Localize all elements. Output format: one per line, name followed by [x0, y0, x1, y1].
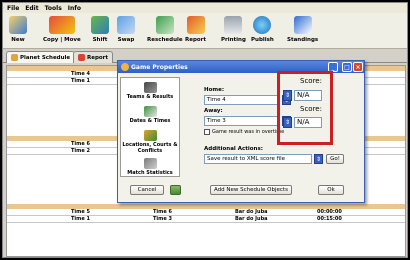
home-label: Home: [204, 87, 225, 93]
shift-button[interactable]: Shift [91, 16, 109, 43]
report-button[interactable]: Report [185, 16, 206, 43]
maximize-button[interactable]: □ [342, 62, 352, 72]
schedule-tab-icon [11, 54, 18, 61]
statistics-icon [143, 158, 157, 169]
dialog-title: Game Properties [131, 63, 188, 71]
additional-actions-label: Additional Actions: [204, 146, 263, 152]
copy-move-icon [48, 16, 75, 34]
action-select[interactable]: Save result to XML score file [204, 154, 312, 164]
away-score-label: Score: [300, 105, 322, 113]
away-score-spinner[interactable]: ⇕ [283, 117, 292, 128]
tab-planet-schedule[interactable]: Planet Schedule [6, 51, 76, 63]
table-row[interactable]: Time 1 Time 3 Bar do Juba 00:15:00 [7, 216, 405, 223]
app-icon [121, 63, 129, 71]
menu-info[interactable]: Info [68, 5, 81, 12]
teams-results-icon [143, 82, 157, 93]
home-score-label: Score: [300, 77, 322, 85]
dialog-sidebar: Teams & Results Dates & Times Locations,… [120, 77, 180, 177]
go-button[interactable]: Go! [326, 154, 344, 164]
away-team-field[interactable]: Time 3 [204, 116, 280, 126]
swap-button[interactable]: Swap [117, 16, 135, 43]
overtime-checkbox[interactable]: Game result was in overtime [204, 129, 284, 135]
reschedule-button[interactable]: Reschedule [147, 16, 183, 43]
locations-icon [143, 130, 157, 141]
add-schedule-objects-button[interactable]: Add New Schedule Objects [210, 185, 292, 195]
standings-icon [293, 16, 312, 34]
printer-icon [224, 16, 243, 34]
score-highlight-box: Score: ⇕ N/A Score: ⇕ N/A [277, 71, 333, 145]
sidebar-item-teams-results[interactable]: Teams & Results [121, 82, 179, 100]
printing-button[interactable]: Printing [221, 16, 246, 43]
close-button[interactable]: × [353, 62, 363, 72]
sidebar-item-dates-times[interactable]: Dates & Times [121, 106, 179, 124]
toolbar: New Copy | Move Shift Swap Reschedule Re… [3, 13, 407, 49]
calendar-icon [143, 106, 157, 117]
menu-edit[interactable]: Edit [25, 5, 38, 12]
publish-button[interactable]: Publish [251, 16, 274, 43]
cancel-button[interactable]: Cancel [130, 185, 164, 195]
away-score-field[interactable]: N/A [294, 117, 322, 128]
new-schedule-icon [9, 16, 27, 34]
copy-move-button[interactable]: Copy | Move [43, 16, 81, 43]
home-team-field[interactable]: Time 4 [204, 95, 280, 105]
checkbox-box[interactable] [204, 129, 210, 135]
tab-report[interactable]: Report [73, 51, 114, 63]
standings-button[interactable]: Standings [287, 16, 318, 43]
table-row[interactable]: Time 5 Time 6 Bar do Juba 00:00:00 [7, 209, 405, 216]
menu-tools[interactable]: Tools [45, 5, 62, 12]
ok-button[interactable]: Ok [318, 185, 344, 195]
app-window: File Edit Tools Info New Copy | Move Shi… [2, 2, 408, 258]
menu-file[interactable]: File [7, 5, 19, 12]
menu-bar: File Edit Tools Info [3, 3, 407, 13]
home-score-spinner[interactable]: ⇕ [283, 90, 292, 101]
report-icon [186, 16, 205, 34]
home-score-field[interactable]: N/A [294, 90, 322, 101]
away-label: Away: [204, 108, 223, 114]
new-button[interactable]: New [9, 16, 27, 43]
action-spinner[interactable]: ⇕ [314, 154, 323, 164]
globe-icon [253, 16, 272, 34]
report-tab-icon [78, 54, 85, 61]
help-icon[interactable] [170, 185, 181, 195]
swap-icon [117, 16, 135, 34]
sidebar-item-locations[interactable]: Locations, Courts & Conflicts [121, 130, 179, 154]
sidebar-item-match-statistics[interactable]: Match Statistics [121, 158, 179, 176]
shift-icon [91, 16, 109, 34]
reschedule-icon [155, 16, 174, 34]
